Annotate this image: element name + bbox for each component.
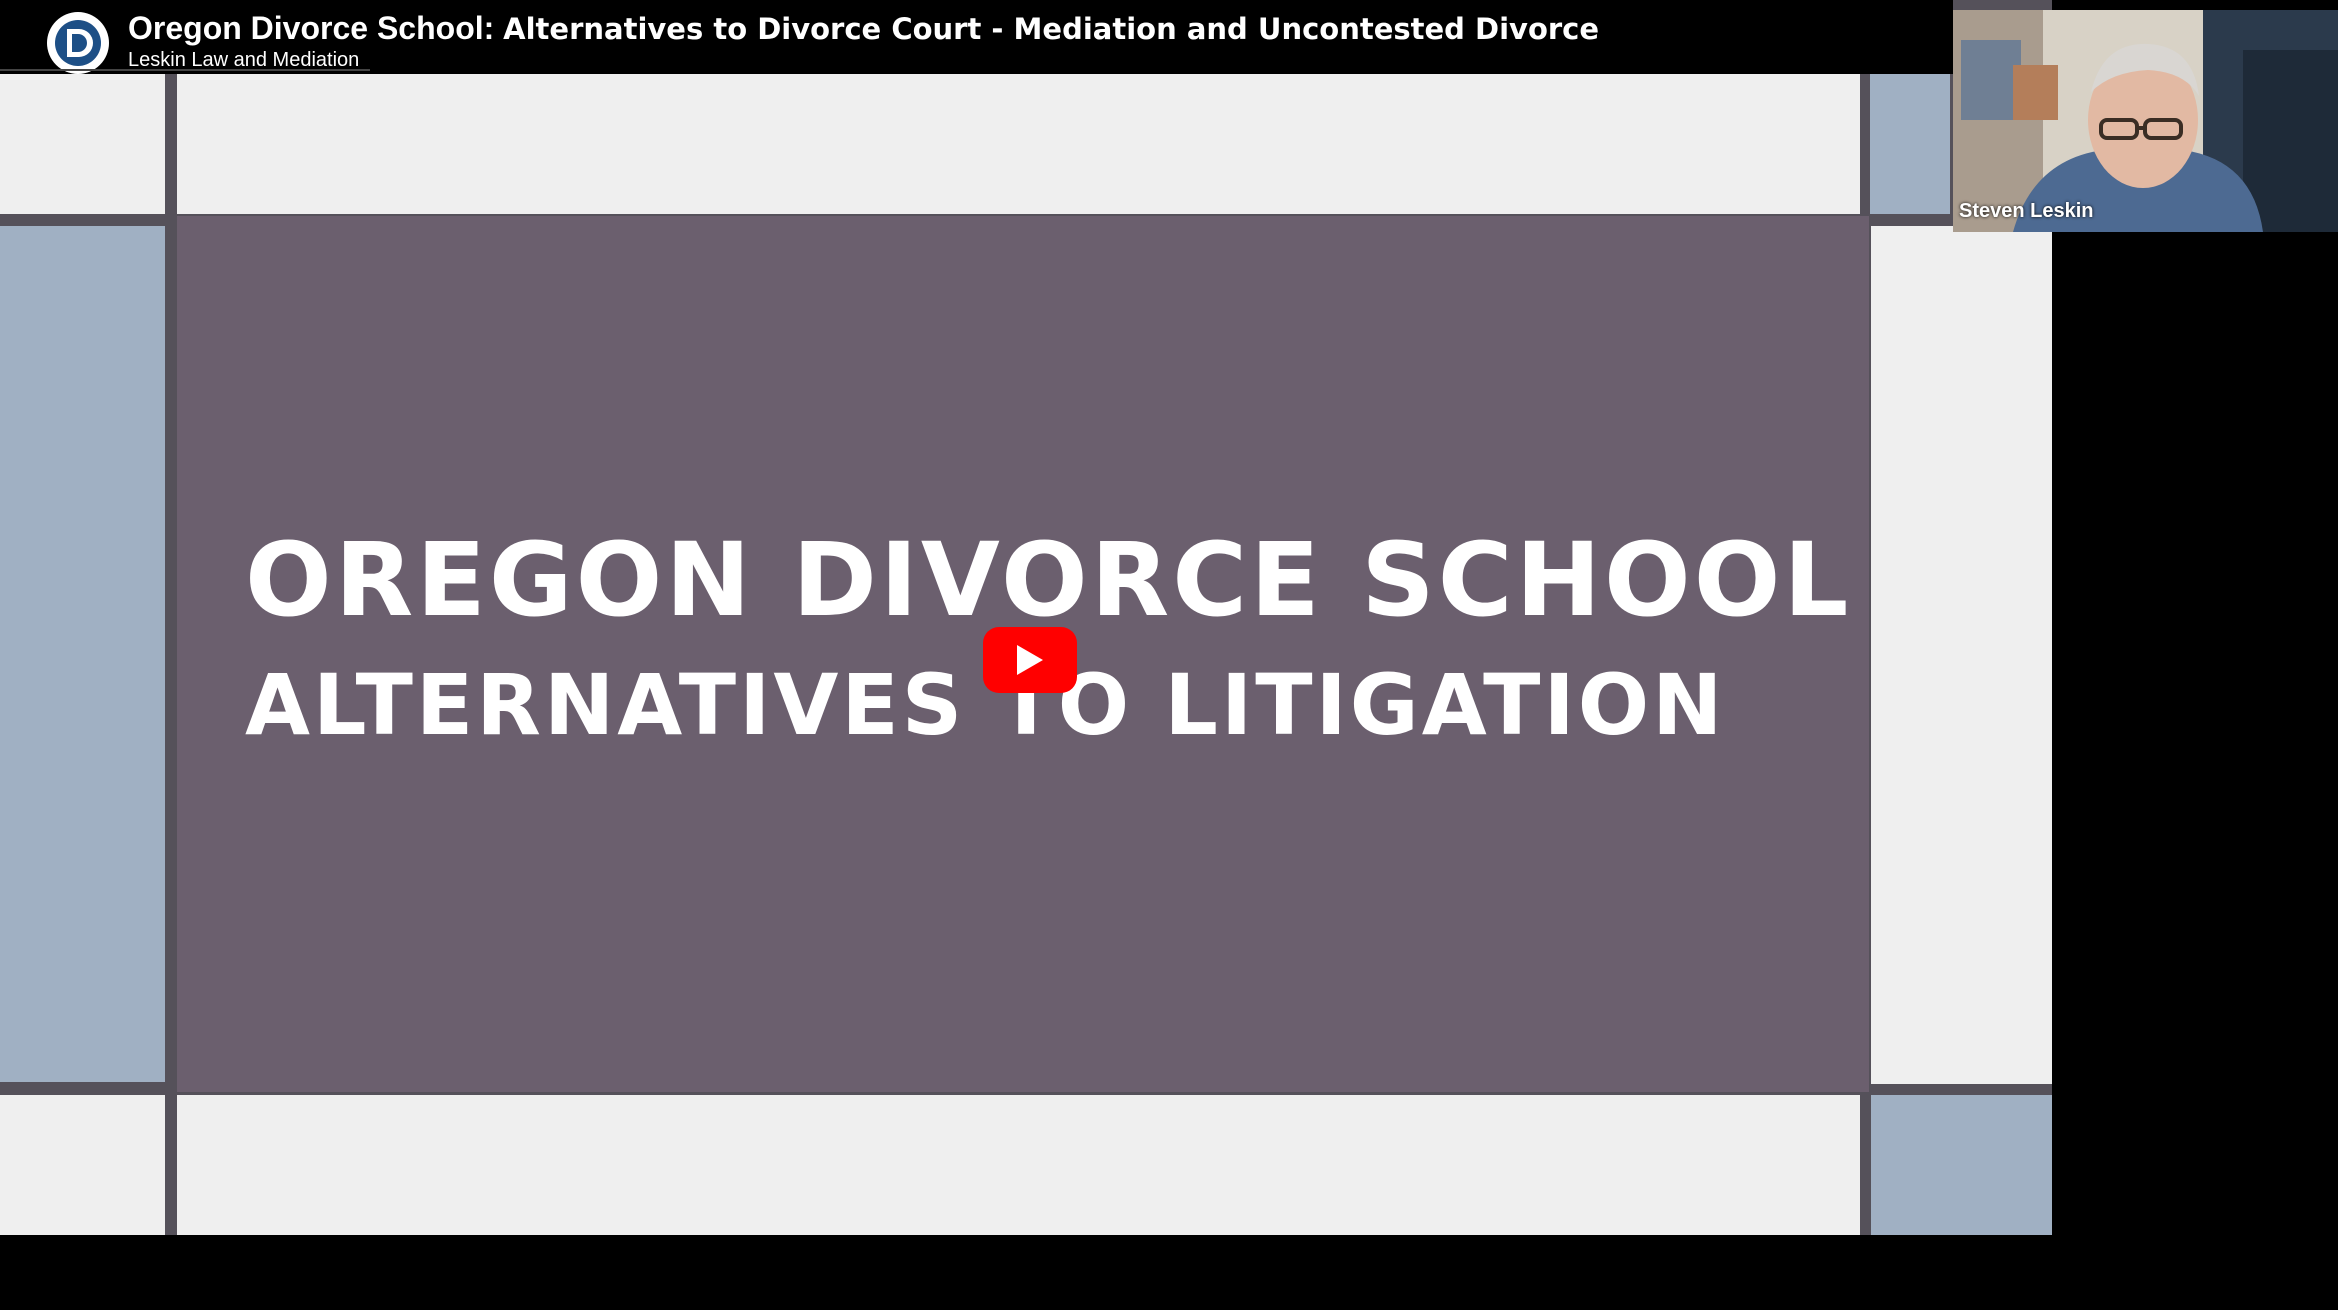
slide-corner-top-right (1870, 74, 1950, 214)
slide-corner-bottom-right (1871, 1095, 2052, 1235)
play-button[interactable] (983, 627, 1077, 693)
play-icon (1017, 645, 1043, 675)
slide-corner-bottom-left (0, 1095, 165, 1235)
slide-band-left (0, 226, 165, 1082)
slide-band-bottom (177, 1095, 1860, 1235)
video-player[interactable]: OREGON DIVORCE SCHOOL ALTERNATIVES TO LI… (0, 0, 2338, 1310)
slide-band-top (177, 74, 1860, 214)
slide-title: OREGON DIVORCE SCHOOL (245, 521, 1852, 640)
participant-name: Steven Leskin (1959, 200, 2094, 222)
participant-video: Steven Leskin (1953, 10, 2338, 232)
slide-band-right (1871, 226, 2052, 1084)
webcam-image (1953, 10, 2338, 232)
video-title-topic: Alternatives to Divorce Court - Mediatio… (503, 12, 1600, 46)
video-info-bar: Oregon Divorce School: Alternatives to D… (0, 0, 1953, 74)
video-title[interactable]: Oregon Divorce School: Alternatives to D… (128, 8, 1599, 49)
channel-logo-icon[interactable] (47, 12, 109, 74)
shared-slide: OREGON DIVORCE SCHOOL ALTERNATIVES TO LI… (0, 0, 2052, 1235)
slide-corner-top-left (0, 74, 165, 214)
video-title-series: Oregon Divorce School: (128, 10, 495, 46)
info-divider (0, 69, 370, 71)
